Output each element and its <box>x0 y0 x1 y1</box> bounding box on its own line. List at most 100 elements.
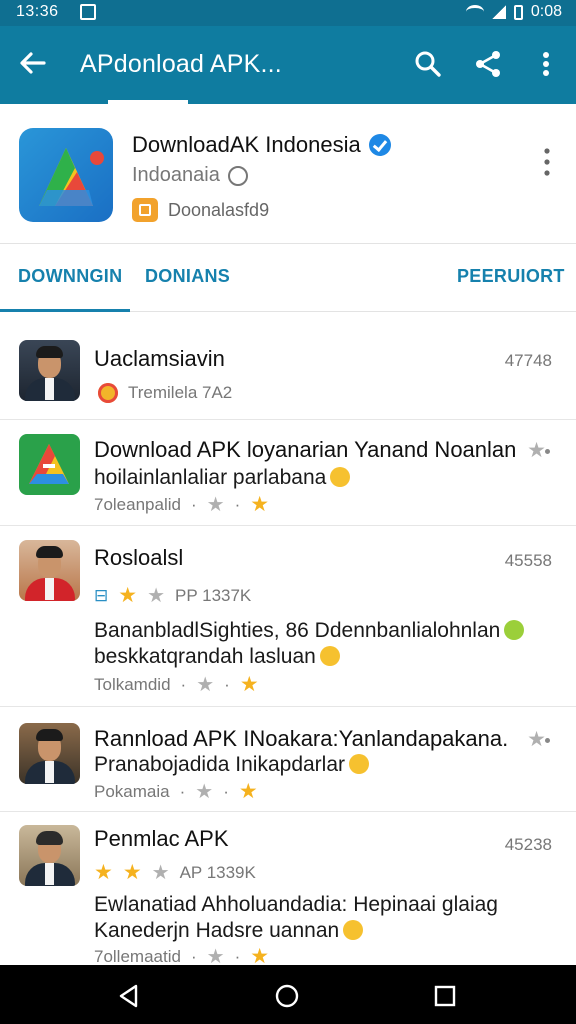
app-bar-title: APdonload APK... <box>80 50 282 78</box>
dot-separator: · <box>224 674 230 694</box>
item-count: 47748 <box>504 351 552 370</box>
download-apk-logo-icon <box>39 148 104 206</box>
item-meta-text: Tolkamdid <box>94 674 171 694</box>
grin-icon <box>349 754 370 774</box>
dot-separator: · <box>180 674 187 694</box>
star-filled-icon: ★ <box>122 861 142 884</box>
dot-icon <box>545 449 550 454</box>
item-description-text: hoilainlanlaliar parlabana <box>94 466 327 489</box>
item-description-text: Kanederjn Hadsre uannan <box>94 919 340 942</box>
wifi-icon <box>465 5 484 19</box>
item-description-text: Ewlanatiad Ahholuandadia: Hepinaai glaia… <box>94 893 498 916</box>
smile-icon <box>330 467 351 487</box>
apk-logo-icon <box>29 444 69 484</box>
tab-downloads[interactable]: DOWNNGIN <box>18 266 122 287</box>
list-item[interactable]: Uaclamsiavin 47748 Tremilela 7A2 <box>0 313 576 420</box>
item-description: BananbladlSighties, 86 Ddennbanlialohnla… <box>94 619 525 643</box>
item-description: Ewlanatiad Ahholuandadia: Hepinaai glaia… <box>94 893 498 917</box>
item-meta: Tremilela 7A2 <box>94 383 232 403</box>
channel-country: Indoanaia <box>132 164 248 187</box>
heart-face-icon <box>98 383 118 403</box>
item-meta: Tolkamdid · ★ · ★ <box>94 672 259 697</box>
system-nav-bar <box>0 965 576 1024</box>
item-description: Kanederjn Hadsre uannan <box>94 919 364 943</box>
star-filled-icon: ★ <box>239 673 259 696</box>
channel-more-icon[interactable] <box>544 148 550 176</box>
star-filled-icon: ★ <box>118 584 138 607</box>
list-item[interactable]: Rannload APK INoakara:Yanlandapakana. ★ … <box>0 707 576 812</box>
dot-separator: · <box>190 494 197 514</box>
grin-icon <box>319 646 340 666</box>
channel-subtitle: Doonalasfd9 <box>132 198 269 222</box>
back-arrow-icon[interactable] <box>16 46 50 80</box>
item-stats: ★ ★ ★ AP 1339K <box>94 860 256 885</box>
list-item[interactable]: Rosloalsl 45558 ⊟ ★ ★ PP 1337K Bananblad… <box>0 526 576 707</box>
item-meta-text: Pokamaia <box>94 781 170 801</box>
dot-separator: · <box>223 781 229 801</box>
status-time-right: 0:08 <box>530 3 562 20</box>
star-icon: ★ <box>195 781 214 803</box>
signal-icon <box>491 5 506 19</box>
item-description: hoilainlanlaliar parlabana <box>94 466 351 490</box>
item-thumbnail <box>19 434 80 495</box>
verified-badge-icon <box>368 134 391 156</box>
item-title: Uaclamsiavin <box>94 346 225 371</box>
star-filled-icon: ★ <box>238 780 258 803</box>
dot-separator: · <box>234 494 241 514</box>
item-avatar <box>19 825 80 886</box>
dot-icon <box>545 738 550 743</box>
channel-name: DownloadAK Indonesia <box>132 132 391 158</box>
item-meta-text: 7oleanpalid <box>94 494 181 514</box>
item-description-text: beskkatqrandah lasluan <box>94 645 316 668</box>
star-icon: ★ <box>527 439 546 462</box>
star-icon: ★ <box>527 728 546 751</box>
star-filled-icon: ★ <box>94 861 113 884</box>
battery-icon <box>513 4 523 20</box>
active-tab-indicator <box>0 309 130 312</box>
location-icon <box>227 165 248 186</box>
status-bar: 13:36 0:08 <box>0 0 576 26</box>
item-avatar <box>19 723 80 784</box>
channel-subtitle-text: Doonalasfd9 <box>168 199 270 220</box>
list-item[interactable]: Download APK loyanarian Yanand Noanlan ★… <box>0 420 576 526</box>
list-item[interactable]: Penmlac APK 45238 ★ ★ ★ AP 1339K Ewlanat… <box>0 812 576 968</box>
dot-separator: · <box>234 946 241 966</box>
item-avatar <box>19 540 80 601</box>
dot-separator: · <box>179 781 186 801</box>
grin-icon <box>504 620 525 640</box>
grin-icon <box>343 920 364 940</box>
item-meta: Pokamaia · ★ · ★ <box>94 779 258 804</box>
item-stats-text: AP 1339K <box>179 862 256 882</box>
back-nav-icon[interactable] <box>116 983 142 1009</box>
item-count: 45238 <box>504 835 552 854</box>
item-description-text: BananbladlSighties, 86 Ddennbanlialohnla… <box>94 619 501 642</box>
search-icon[interactable] <box>412 48 444 80</box>
recents-nav-icon[interactable] <box>432 983 458 1009</box>
item-title: Download APK loyanarian Yanand Noanlan <box>94 437 517 462</box>
item-count: 45558 <box>504 551 552 570</box>
item-description: Pranabojadida Inikapdarlar <box>94 753 370 777</box>
item-title: Penmlac APK <box>94 826 229 851</box>
overflow-menu-icon[interactable] <box>530 48 562 80</box>
item-description-text: Pranabojadida Inikapdarlar <box>94 753 346 776</box>
share-icon[interactable] <box>472 48 504 80</box>
item-stats-text: PP 1337K <box>175 585 252 605</box>
item-description: beskkatqrandah lasluan <box>94 645 340 669</box>
item-stats: ⊟ ★ ★ PP 1337K <box>94 583 251 608</box>
status-time-left: 13:36 <box>16 3 59 20</box>
app-bar: APdonload APK... <box>0 26 576 104</box>
star-icon: ★ <box>151 862 170 884</box>
tab-domains[interactable]: DONIANS <box>145 266 230 287</box>
tab-report[interactable]: PEERUIORT <box>457 266 565 287</box>
item-title: Rosloalsl <box>94 545 184 570</box>
home-nav-icon[interactable] <box>274 983 300 1009</box>
channel-country-text: Indoanaia <box>132 164 220 186</box>
star-icon: ★ <box>147 585 166 607</box>
dot-separator: · <box>190 946 197 966</box>
item-title: Rannload APK INoakara:Yanlandapakana. <box>94 726 509 751</box>
tab-bar: DOWNNGIN DONIANS PEERUIORT <box>0 244 576 312</box>
star-filled-icon: ★ <box>250 493 270 516</box>
channel-logo[interactable] <box>19 128 113 222</box>
channel-name-text: DownloadAK Indonesia <box>132 132 361 157</box>
item-avatar <box>19 340 80 401</box>
